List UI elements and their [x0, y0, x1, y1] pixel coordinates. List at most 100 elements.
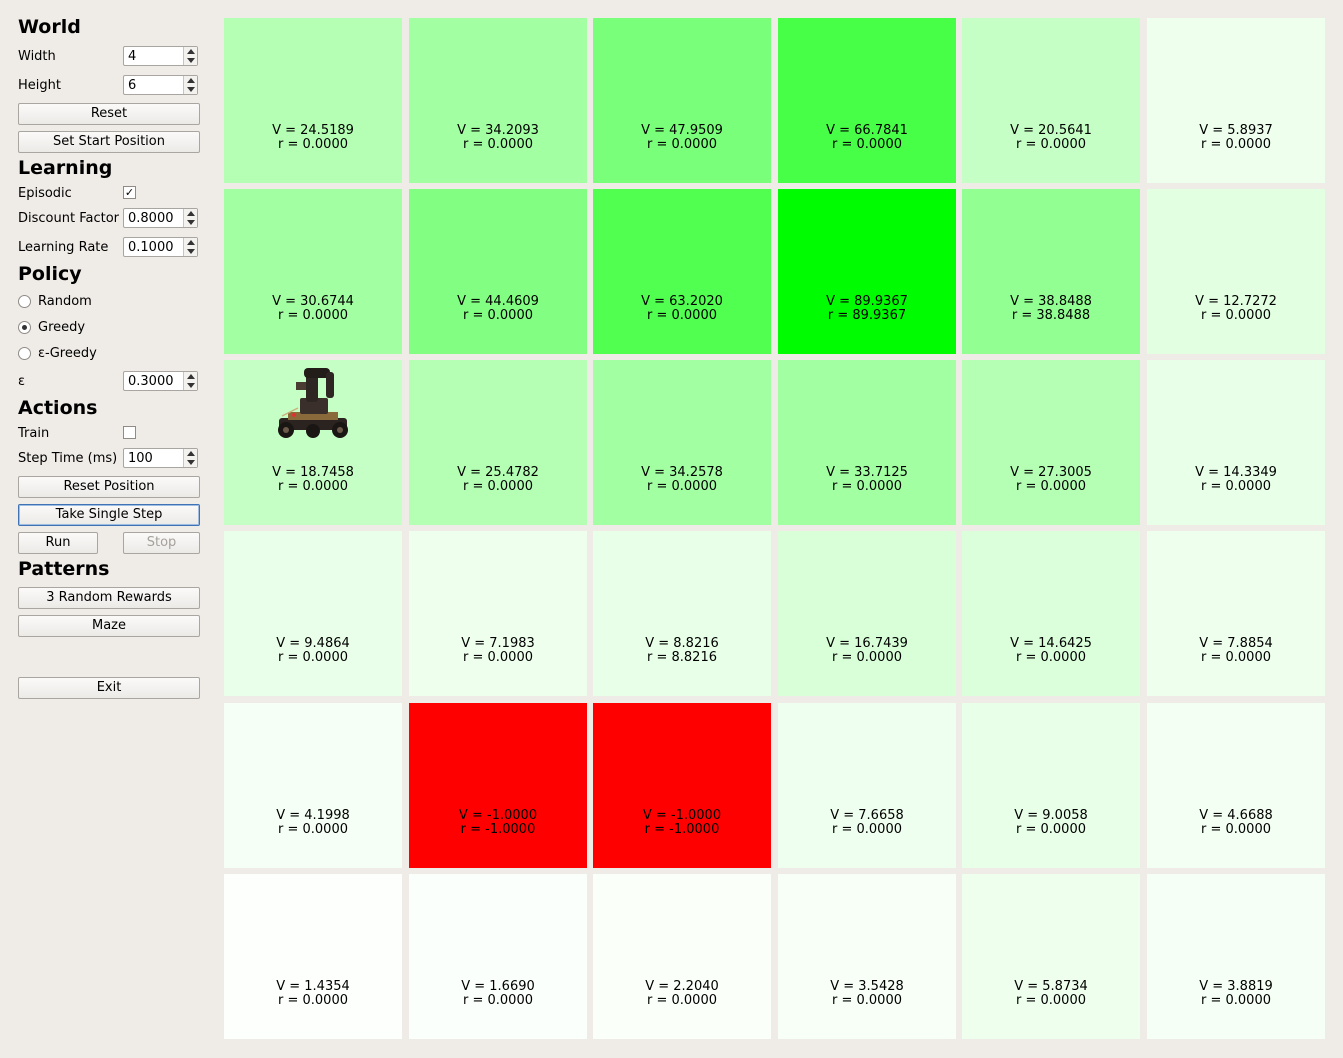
run-button[interactable]: Run: [18, 532, 98, 554]
grid-cell[interactable]: V = 5.8734 r = 0.0000: [962, 874, 1140, 1039]
epsilon-value: 0.3000: [128, 374, 174, 389]
train-label: Train: [18, 426, 50, 441]
grid-cell[interactable]: V = 4.6688 r = 0.0000: [1147, 703, 1325, 868]
grid-cell[interactable]: V = 16.7439 r = 0.0000: [778, 531, 956, 696]
width-stepper[interactable]: [183, 47, 197, 65]
arrow-down-icon[interactable]: [187, 383, 195, 388]
epsilon-stepper[interactable]: [183, 372, 197, 390]
grid-cell[interactable]: V = 25.4782 r = 0.0000: [409, 360, 587, 525]
arrow-up-icon[interactable]: [187, 451, 195, 456]
grid-cell[interactable]: V = -1.0000 r = -1.0000: [409, 703, 587, 868]
grid-cell[interactable]: V = 44.4609 r = 0.0000: [409, 189, 587, 354]
grid-cell[interactable]: V = 20.5641 r = 0.0000: [962, 18, 1140, 183]
height-label: Height: [18, 78, 61, 93]
state-value: V = 38.8488: [1010, 294, 1092, 309]
grid-cell[interactable]: V = 7.6658 r = 0.0000: [778, 703, 956, 868]
arrow-down-icon[interactable]: [187, 220, 195, 225]
grid-cell[interactable]: V = 89.9367 r = 89.9367: [778, 189, 956, 354]
grid-cell-text: V = 25.4782 r = 0.0000: [409, 466, 587, 494]
state-reward: r = 0.0000: [647, 308, 717, 323]
arrow-down-icon[interactable]: [187, 87, 195, 92]
grid-cell[interactable]: V = 9.0058 r = 0.0000: [962, 703, 1140, 868]
state-reward: r = 0.0000: [278, 479, 348, 494]
exit-button[interactable]: Exit: [18, 677, 200, 699]
grid-cell[interactable]: V = 47.9509 r = 0.0000: [593, 18, 771, 183]
grid-cell[interactable]: V = 34.2578 r = 0.0000: [593, 360, 771, 525]
arrow-down-icon[interactable]: [187, 58, 195, 63]
arrow-down-icon[interactable]: [187, 249, 195, 254]
policy-random-label[interactable]: Random: [38, 294, 92, 309]
grid-cell[interactable]: V = 24.5189 r = 0.0000: [224, 18, 402, 183]
height-spinbox[interactable]: 6: [123, 75, 198, 95]
policy-greedy-radio[interactable]: [18, 321, 31, 334]
state-reward: r = 8.8216: [647, 650, 717, 665]
state-reward: r = 0.0000: [1201, 650, 1271, 665]
learning-rate-stepper[interactable]: [183, 238, 197, 256]
grid-cell-text: V = 66.7841 r = 0.0000: [778, 124, 956, 152]
grid-cell[interactable]: V = 66.7841 r = 0.0000: [778, 18, 956, 183]
state-value: V = 18.7458: [272, 465, 354, 480]
grid-cell[interactable]: V = 4.1998 r = 0.0000: [224, 703, 402, 868]
grid-cell[interactable]: V = 1.6690 r = 0.0000: [409, 874, 587, 1039]
step-time-stepper[interactable]: [183, 449, 197, 467]
grid-cell[interactable]: V = 7.8854 r = 0.0000: [1147, 531, 1325, 696]
grid-cell[interactable]: V = 27.3005 r = 0.0000: [962, 360, 1140, 525]
grid-cell[interactable]: V = 1.4354 r = 0.0000: [224, 874, 402, 1039]
grid-cell[interactable]: V = 14.6425 r = 0.0000: [962, 531, 1140, 696]
policy-random-radio[interactable]: [18, 295, 31, 308]
width-spinbox[interactable]: 4: [123, 46, 198, 66]
step-time-label: Step Time (ms): [18, 451, 118, 466]
stop-button[interactable]: Stop: [123, 532, 200, 554]
arrow-up-icon[interactable]: [187, 240, 195, 245]
learning-rate-spinbox[interactable]: 0.1000: [123, 237, 198, 257]
discount-factor-stepper[interactable]: [183, 209, 197, 227]
policy-epsilon-greedy-label[interactable]: ε-Greedy: [38, 346, 97, 361]
state-value: V = 27.3005: [1010, 465, 1092, 480]
grid-cell[interactable]: V = 14.3349 r = 0.0000: [1147, 360, 1325, 525]
grid-cell[interactable]: V = -1.0000 r = -1.0000: [593, 703, 771, 868]
arrow-up-icon[interactable]: [187, 78, 195, 83]
height-stepper[interactable]: [183, 76, 197, 94]
grid-cell-text: V = 3.8819 r = 0.0000: [1147, 980, 1325, 1008]
grid-cell-text: V = 47.9509 r = 0.0000: [593, 124, 771, 152]
random-rewards-button[interactable]: 3 Random Rewards: [18, 587, 200, 609]
grid-cell-text: V = 34.2093 r = 0.0000: [409, 124, 587, 152]
grid-cell[interactable]: V = 38.8488 r = 38.8488: [962, 189, 1140, 354]
reset-button[interactable]: Reset: [18, 103, 200, 125]
arrow-up-icon[interactable]: [187, 211, 195, 216]
grid-cell[interactable]: V = 3.8819 r = 0.0000: [1147, 874, 1325, 1039]
state-reward: r = 0.0000: [278, 650, 348, 665]
policy-epsilon-greedy-radio[interactable]: [18, 347, 31, 360]
arrow-up-icon[interactable]: [187, 49, 195, 54]
grid-cell[interactable]: V = 30.6744 r = 0.0000: [224, 189, 402, 354]
grid-cell[interactable]: V = 8.8216 r = 8.8216: [593, 531, 771, 696]
grid-cell[interactable]: V = 2.2040 r = 0.0000: [593, 874, 771, 1039]
take-single-step-button[interactable]: Take Single Step: [18, 504, 200, 526]
grid-cell[interactable]: V = 63.2020 r = 0.0000: [593, 189, 771, 354]
step-time-spinbox[interactable]: 100: [123, 448, 198, 468]
epsilon-spinbox[interactable]: 0.3000: [123, 371, 198, 391]
grid-cell-text: V = 16.7439 r = 0.0000: [778, 637, 956, 665]
episodic-checkbox[interactable]: ✓: [123, 186, 136, 199]
reset-position-button[interactable]: Reset Position: [18, 476, 200, 498]
state-reward: r = 0.0000: [1016, 650, 1086, 665]
grid-cell[interactable]: V = 5.8937 r = 0.0000: [1147, 18, 1325, 183]
grid-cell[interactable]: V = 9.4864 r = 0.0000: [224, 531, 402, 696]
arrow-up-icon[interactable]: [187, 374, 195, 379]
maze-button[interactable]: Maze: [18, 615, 200, 637]
set-start-position-button[interactable]: Set Start Position: [18, 131, 200, 153]
grid-cell[interactable]: V = 7.1983 r = 0.0000: [409, 531, 587, 696]
state-reward: r = 0.0000: [647, 479, 717, 494]
grid-cell[interactable]: V = 18.7458 r = 0.0000: [224, 360, 402, 525]
world-section-title: World: [18, 16, 81, 38]
grid-cell[interactable]: V = 3.5428 r = 0.0000: [778, 874, 956, 1039]
grid-cell[interactable]: V = 12.7272 r = 0.0000: [1147, 189, 1325, 354]
grid-cell[interactable]: V = 33.7125 r = 0.0000: [778, 360, 956, 525]
policy-greedy-label[interactable]: Greedy: [38, 320, 85, 335]
grid-cell[interactable]: V = 34.2093 r = 0.0000: [409, 18, 587, 183]
discount-factor-spinbox[interactable]: 0.8000: [123, 208, 198, 228]
arrow-down-icon[interactable]: [187, 460, 195, 465]
train-checkbox[interactable]: [123, 426, 136, 439]
state-value: V = -1.0000: [458, 808, 538, 823]
value-grid[interactable]: V = 24.5189 r = 0.0000 V = 34.2093 r = 0.00…: [224, 18, 1325, 1040]
